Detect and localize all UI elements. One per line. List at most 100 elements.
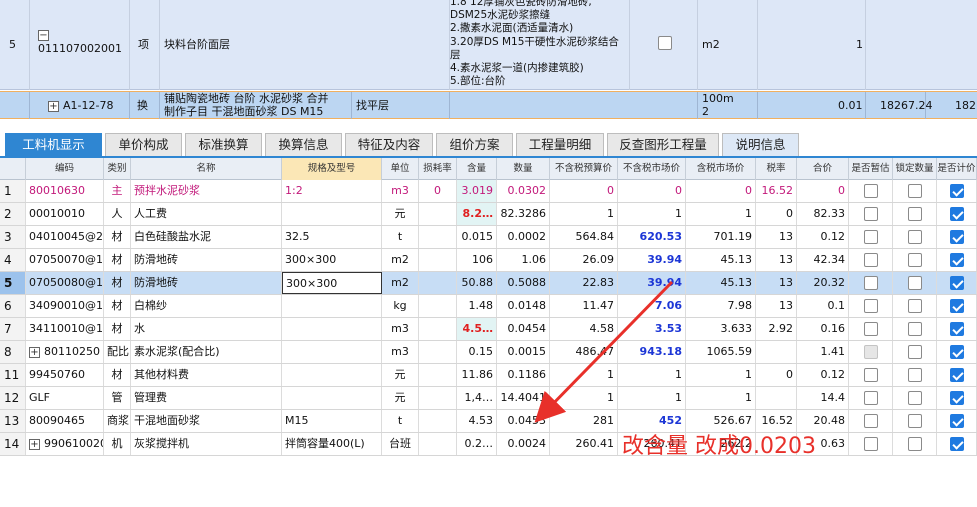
cell-total[interactable]: 14.4 — [797, 387, 849, 409]
cell-code[interactable]: +80110250 — [26, 341, 104, 363]
tab-labor-material-machine[interactable]: 工料机显示 — [5, 133, 102, 156]
cell-content[interactable]: 0.015 — [457, 226, 497, 248]
cell-unit[interactable]: 台班 — [382, 433, 419, 455]
cell-taxmarket[interactable]: 7.98 — [686, 295, 756, 317]
cell-total[interactable]: 42.34 — [797, 249, 849, 271]
cell-budget[interactable]: 281 — [550, 410, 618, 432]
cell-loss[interactable] — [419, 364, 457, 386]
estimate-checkbox[interactable] — [864, 184, 878, 198]
cell-budget[interactable]: 1 — [550, 364, 618, 386]
lock-quantity-checkbox[interactable] — [908, 184, 922, 198]
table-row[interactable]: 8 +80110250 配比 素水泥浆(配合比) m3 0.15 0.0015 486.47 9… — [0, 341, 977, 364]
cell-loss[interactable] — [419, 226, 457, 248]
cell-qty[interactable]: 0.1186 — [497, 364, 550, 386]
cell-total[interactable]: 0 — [797, 180, 849, 202]
cell-rate[interactable]: 0 — [756, 364, 797, 386]
lock-quantity-checkbox[interactable] — [908, 253, 922, 267]
cell-content[interactable]: 4.53 — [457, 410, 497, 432]
cell-taxmarket[interactable]: 701.19 — [686, 226, 756, 248]
cell-loss[interactable] — [419, 318, 457, 340]
lock-quantity-checkbox[interactable] — [908, 414, 922, 428]
table-row[interactable]: 14 +990610020 机灰浆搅拌机 拌筒容量400(L) 台班 0.2… 0.0024… — [0, 433, 977, 456]
lock-quantity-checkbox[interactable] — [908, 345, 922, 359]
cell-market[interactable]: 620.53 — [618, 226, 686, 248]
table-row[interactable]: 12 GLF 管管理费 元 1,4… 14.4041 1 1 1 14.4 — [0, 387, 977, 410]
cell-market[interactable]: 1 — [618, 387, 686, 409]
cell-rate[interactable]: 2.92 — [756, 318, 797, 340]
cell-budget[interactable]: 0 — [550, 180, 618, 202]
cell-unit[interactable]: t — [382, 226, 419, 248]
cell-type[interactable]: 材 — [104, 226, 131, 248]
cell-code[interactable]: 04010045@2 — [26, 226, 104, 248]
cell-unit[interactable]: m3 — [382, 318, 419, 340]
cell-budget[interactable]: 564.84 — [550, 226, 618, 248]
cell-market[interactable]: 1 — [618, 203, 686, 225]
spec-header[interactable]: 规格及型号 — [282, 158, 382, 180]
cell-taxmarket[interactable]: 0 — [686, 180, 756, 202]
cell-taxmarket[interactable]: 1065.59 — [686, 341, 756, 363]
cell-total[interactable]: 0.12 — [797, 226, 849, 248]
cell-spec[interactable] — [282, 387, 382, 409]
cell-name[interactable]: 白棉纱 — [131, 295, 282, 317]
lock-quantity-checkbox[interactable] — [908, 391, 922, 405]
cell-market[interactable]: 7.06 — [618, 295, 686, 317]
cell-rate[interactable]: 16.52 — [756, 180, 797, 202]
cell-market[interactable]: 39.94 — [618, 272, 686, 294]
estimate-checkbox[interactable] — [864, 345, 878, 359]
cell-spec[interactable] — [282, 203, 382, 225]
cell-content[interactable]: 4.5… — [457, 318, 497, 340]
cell-total[interactable]: 20.32 — [797, 272, 849, 294]
cell-qty[interactable]: 0.0002 — [497, 226, 550, 248]
cell-qty[interactable]: 0.0024 — [497, 433, 550, 455]
cell-qty[interactable]: 14.4041 — [497, 387, 550, 409]
cell-market[interactable]: 943.18 — [618, 341, 686, 363]
lock-quantity-checkbox[interactable] — [908, 368, 922, 382]
cell-content[interactable]: 50.88 — [457, 272, 497, 294]
cell-rate[interactable]: 13 — [756, 295, 797, 317]
cell-spec[interactable] — [282, 364, 382, 386]
cell-code[interactable]: 99450760 — [26, 364, 104, 386]
cell-unit[interactable]: 元 — [382, 364, 419, 386]
priced-checkbox[interactable] — [950, 322, 964, 336]
cell-name[interactable]: 水 — [131, 318, 282, 340]
cell-loss[interactable] — [419, 387, 457, 409]
tab-notes[interactable]: 说明信息 — [722, 133, 799, 156]
name-header[interactable]: 名称 — [131, 158, 282, 180]
cell-spec[interactable] — [282, 341, 382, 363]
cell-loss[interactable] — [419, 295, 457, 317]
cell-qty[interactable]: 0.0454 — [497, 318, 550, 340]
quantity-header[interactable]: 数量 — [497, 158, 550, 180]
cell-code[interactable]: 34110010@1 — [26, 318, 104, 340]
cell-budget[interactable]: 1 — [550, 387, 618, 409]
cell-rate[interactable]: 13 — [756, 272, 797, 294]
cell-code[interactable]: 00010010 — [26, 203, 104, 225]
cell-total[interactable]: 82.33 — [797, 203, 849, 225]
cell-qty[interactable]: 0.0015 — [497, 341, 550, 363]
cell-content[interactable]: 0.2… — [457, 433, 497, 455]
is-estimate-header[interactable]: 是否暂估 — [849, 158, 893, 180]
tab-unit-price-composition[interactable]: 单价构成 — [105, 133, 182, 156]
cell-content[interactable]: 1.48 — [457, 295, 497, 317]
priced-checkbox[interactable] — [950, 437, 964, 451]
collapse-toggle-icon[interactable]: − — [38, 29, 49, 41]
table-row[interactable]: 7 34110010@1 材水 m3 4.5… 0.0454 4.58 3.53 3.633 2.… — [0, 318, 977, 341]
cell-budget[interactable]: 260.41 — [550, 433, 618, 455]
cell-spec[interactable] — [282, 318, 382, 340]
lock-quantity-checkbox[interactable] — [908, 207, 922, 221]
cell-taxmarket[interactable]: 1 — [686, 364, 756, 386]
cell-total[interactable]: 0.16 — [797, 318, 849, 340]
estimate-checkbox[interactable] — [864, 230, 878, 244]
cell-budget[interactable]: 4.58 — [550, 318, 618, 340]
table-row[interactable]: 6 34090010@1 材白棉纱 kg 1.48 0.0148 11.47 7.06 7.98… — [0, 295, 977, 318]
cell-market[interactable]: 3.53 — [618, 318, 686, 340]
cell-code[interactable]: 07050070@1 — [26, 249, 104, 271]
estimate-checkbox[interactable] — [864, 253, 878, 267]
cell-budget[interactable]: 11.47 — [550, 295, 618, 317]
cell-name[interactable]: 预拌水泥砂浆 — [131, 180, 282, 202]
tab-reverse-graphic-quantity[interactable]: 反查图形工程量 — [607, 133, 719, 156]
cell-name[interactable]: 管理费 — [131, 387, 282, 409]
cell-unit[interactable]: m2 — [382, 272, 419, 294]
cell-total[interactable]: 0.12 — [797, 364, 849, 386]
cell-unit[interactable]: m2 — [382, 249, 419, 271]
cell-type[interactable]: 人 — [104, 203, 131, 225]
